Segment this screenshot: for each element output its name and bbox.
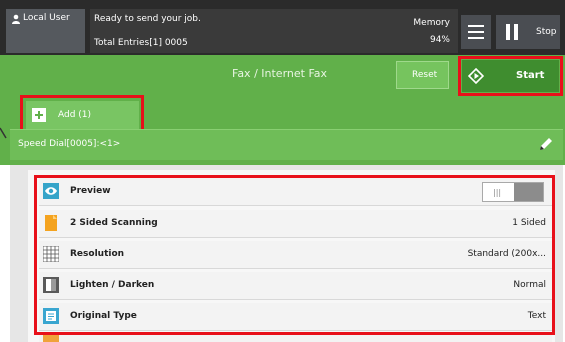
status-message: Ready to send your job. xyxy=(94,14,201,24)
reset-label: Reset xyxy=(412,70,438,80)
app-title: Fax / Internet Fax xyxy=(232,67,328,80)
fax-header-area: Fax / Internet Fax Reset Start Add (1) S… xyxy=(0,55,565,165)
user-button[interactable]: Local User xyxy=(6,9,85,53)
memory-label: Memory xyxy=(413,18,450,28)
user-icon xyxy=(12,14,20,24)
menu-button[interactable] xyxy=(461,15,491,49)
menu-icon xyxy=(468,25,484,27)
pause-icon xyxy=(506,24,518,40)
speed-dial-entry: Speed Dial[0005]:<1> xyxy=(18,139,121,149)
total-entries: Total Entries[1] 0005 xyxy=(94,38,188,48)
menu-icon-bar xyxy=(468,31,484,33)
partial-row-icon xyxy=(43,335,59,342)
start-highlight-box xyxy=(458,56,563,96)
stop-label: Stop xyxy=(536,27,557,37)
pencil-edit-icon[interactable] xyxy=(538,136,554,152)
settings-highlight-box xyxy=(34,175,555,335)
reset-button[interactable]: Reset xyxy=(396,61,449,89)
recipient-entry-row[interactable]: Speed Dial[0005]:<1> xyxy=(10,129,563,160)
menu-icon-bar xyxy=(468,37,484,39)
memory-value: 94% xyxy=(429,35,450,45)
job-status-area[interactable]: Ready to send your job. Total Entries[1]… xyxy=(90,9,458,53)
top-status-bar: Local User Ready to send your job. Total… xyxy=(0,0,565,55)
connector-mark xyxy=(0,127,7,139)
stop-button[interactable]: Stop xyxy=(496,15,560,49)
user-label: Local User xyxy=(23,13,70,23)
fax-screen: Local User Ready to send your job. Total… xyxy=(0,0,565,342)
